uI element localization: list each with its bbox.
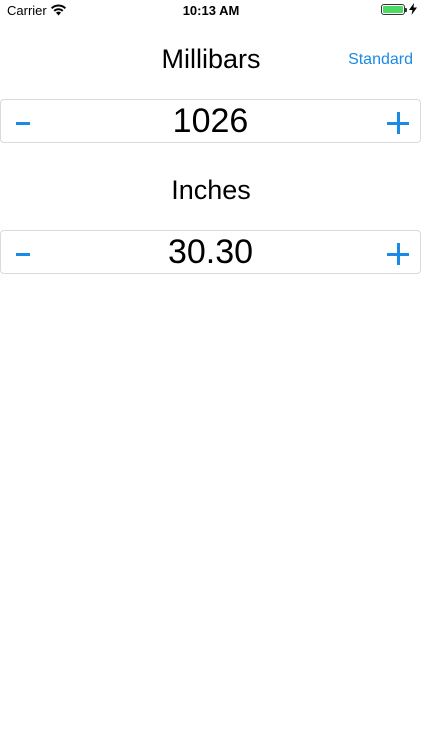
battery-icon — [381, 4, 405, 15]
inches-increment-button[interactable] — [386, 242, 410, 266]
charging-bolt-icon — [409, 3, 417, 15]
millibars-stepper: 1026 — [0, 99, 421, 143]
inches-value: 30.30 — [167, 233, 254, 271]
inches-stepper: 30.30 — [0, 230, 421, 274]
inches-title: Inches — [171, 175, 251, 205]
millibars-increment-button[interactable] — [386, 111, 410, 135]
status-bar: Carrier 10:13 AM — [0, 0, 422, 22]
battery-level — [383, 6, 403, 13]
millibars-value: 1026 — [172, 102, 249, 140]
standard-button[interactable]: Standard — [348, 51, 413, 69]
battery-cap — [405, 8, 407, 12]
status-time: 10:13 AM — [182, 3, 240, 18]
